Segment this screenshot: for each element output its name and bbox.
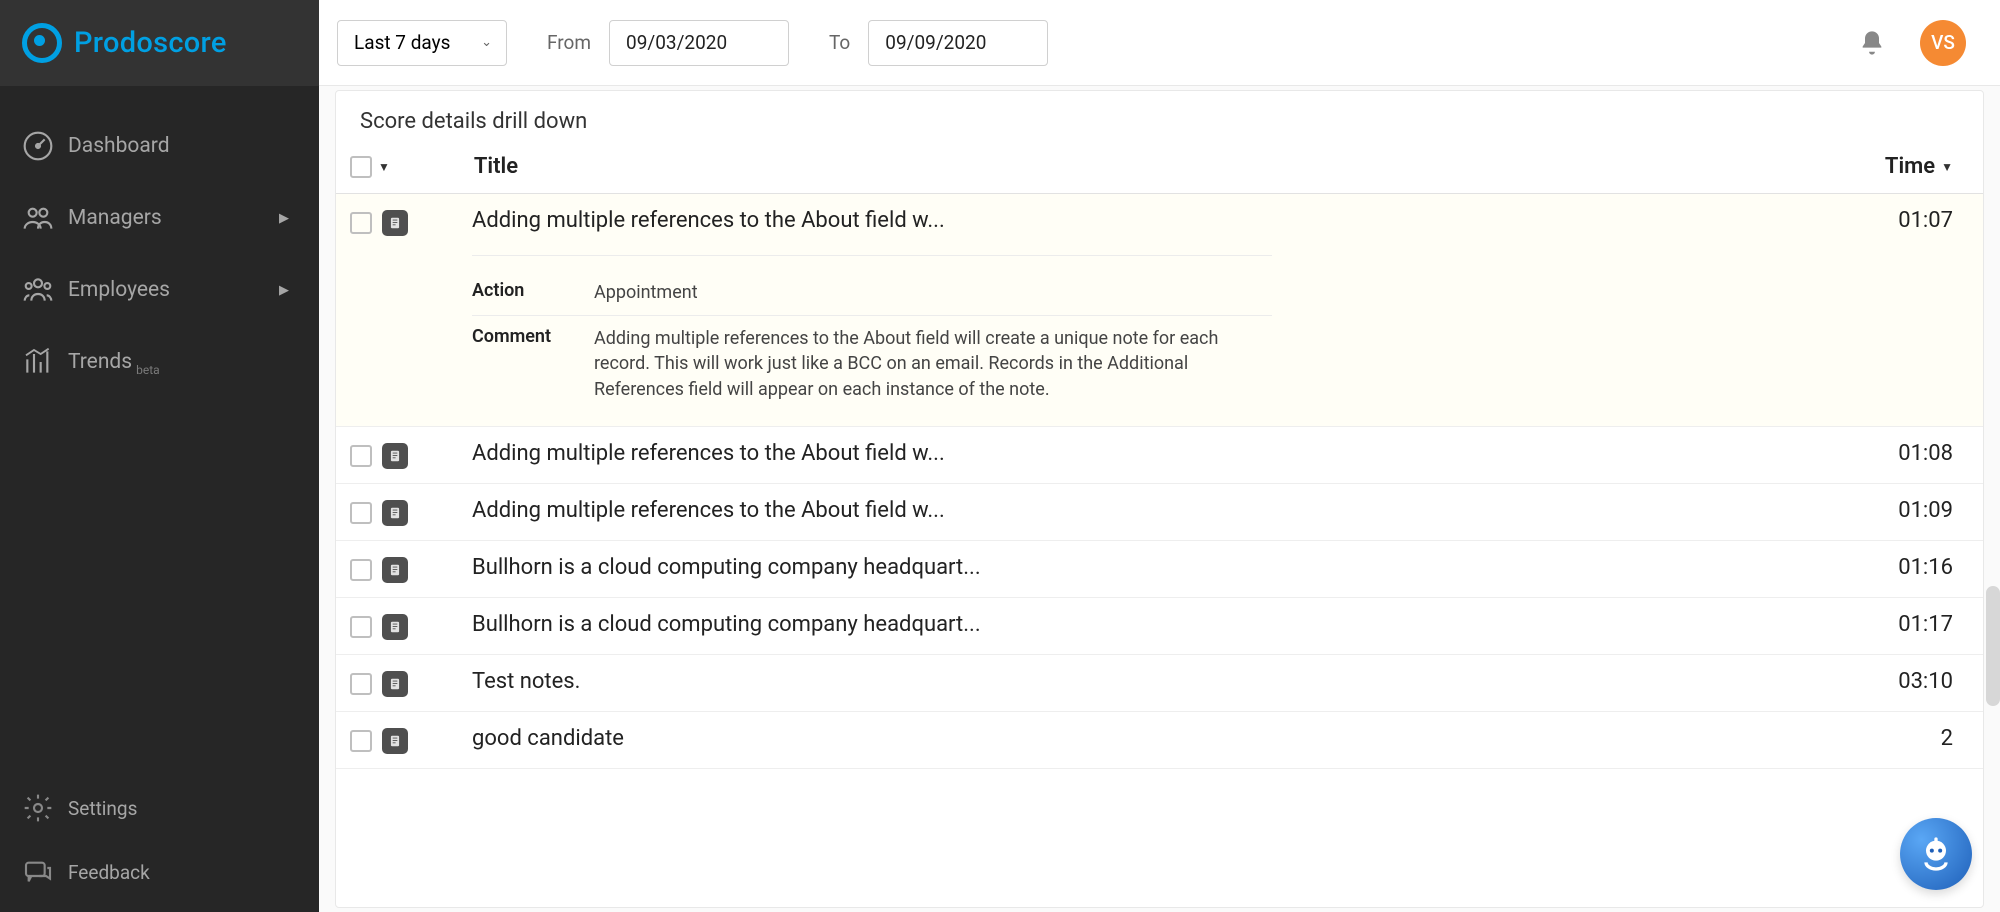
beta-badge: beta [136,363,160,377]
users-icon [22,202,54,234]
select-dropdown-icon[interactable]: ▼ [378,160,390,174]
date-range-select[interactable]: Last 7 days ⌄ [337,20,507,66]
sidebar-item-label: Managers [68,206,162,230]
table-row[interactable]: Bullhorn is a cloud computing company he… [336,598,1983,655]
sidebar-item-trends[interactable]: Trends beta [0,326,319,398]
column-header-time[interactable]: Time ▼ [1885,154,1953,179]
sidebar-item-managers[interactable]: Managers ▶ [0,182,319,254]
to-date-value: 09/09/2020 [885,31,986,54]
people-icon [22,274,54,306]
row-title: good candidate [472,726,1941,751]
row-checkbox[interactable] [350,445,372,467]
date-range-label: Last 7 days [354,31,450,54]
sidebar-item-label: Trends [68,350,132,374]
chatbot-fab[interactable] [1900,818,1972,890]
note-icon[interactable] [382,614,408,640]
gauge-icon [22,130,54,162]
row-time: 01:07 [1898,208,1953,233]
sidebar-item-label: Dashboard [68,134,170,158]
gear-icon [22,792,54,824]
trends-icon [22,346,54,378]
row-title: Bullhorn is a cloud computing company he… [472,555,1898,580]
from-date-value: 09/03/2020 [626,31,727,54]
column-header-time-label: Time [1885,154,1935,179]
note-icon[interactable] [382,210,408,236]
table-row[interactable]: good candidate 2 [336,712,1983,769]
feedback-icon [22,856,54,888]
table-row[interactable]: Test notes. 03:10 [336,655,1983,712]
detail-comment-value: Adding multiple references to the About … [594,326,1272,402]
chevron-down-icon: ⌄ [481,35,492,50]
table-row[interactable]: Bullhorn is a cloud computing company he… [336,541,1983,598]
row-title: Adding multiple references to the About … [472,498,1898,523]
to-label: To [829,31,850,54]
from-label: From [547,31,591,54]
detail-action-value: Appointment [594,280,698,305]
sidebar-item-label: Employees [68,278,170,302]
sidebar-item-feedback[interactable]: Feedback [0,840,319,904]
row-checkbox[interactable] [350,673,372,695]
chevron-right-icon: ▶ [279,283,289,298]
column-header-title[interactable]: Title [474,154,1885,179]
avatar-initials: VS [1931,31,1955,54]
row-title: Bullhorn is a cloud computing company he… [472,612,1898,637]
from-date-input[interactable]: 09/03/2020 [609,20,789,66]
table-row[interactable]: Adding multiple references to the About … [336,194,1983,427]
row-time: 01:16 [1898,555,1953,580]
avatar[interactable]: VS [1920,20,1966,66]
table-row[interactable]: Adding multiple references to the About … [336,427,1983,484]
chevron-right-icon: ▶ [279,211,289,226]
row-checkbox[interactable] [350,502,372,524]
scrollbar[interactable] [1986,586,2000,706]
sidebar-item-employees[interactable]: Employees ▶ [0,254,319,326]
note-icon[interactable] [382,443,408,469]
note-icon[interactable] [382,500,408,526]
row-checkbox[interactable] [350,730,372,752]
row-checkbox[interactable] [350,616,372,638]
select-all-checkbox[interactable] [350,156,372,178]
row-title: Adding multiple references to the About … [472,208,1898,233]
note-icon[interactable] [382,728,408,754]
table-row[interactable]: Adding multiple references to the About … [336,484,1983,541]
sidebar-item-settings[interactable]: Settings [0,776,319,840]
logo-text: Prodoscore [74,26,227,60]
bell-icon[interactable] [1858,29,1886,57]
note-icon[interactable] [382,557,408,583]
row-time: 03:10 [1898,669,1953,694]
logo[interactable]: Prodoscore [0,0,319,86]
row-time: 2 [1941,726,1953,751]
row-checkbox[interactable] [350,212,372,234]
sidebar-item-dashboard[interactable]: Dashboard [0,110,319,182]
row-title: Test notes. [472,669,1898,694]
sort-icon: ▼ [1941,160,1953,174]
detail-action-label: Action [472,280,594,305]
detail-comment-label: Comment [472,326,594,402]
row-time: 01:17 [1898,612,1953,637]
row-detail: Action Appointment Comment Adding multip… [472,255,1272,412]
row-time: 01:09 [1898,498,1953,523]
panel-title: Score details drill down [336,91,1983,144]
sidebar-item-label: Feedback [68,861,150,884]
sidebar-item-label: Settings [68,797,137,820]
note-icon[interactable] [382,671,408,697]
to-date-input[interactable]: 09/09/2020 [868,20,1048,66]
row-checkbox[interactable] [350,559,372,581]
row-time: 01:08 [1898,441,1953,466]
logo-icon [22,23,62,63]
row-title: Adding multiple references to the About … [472,441,1898,466]
